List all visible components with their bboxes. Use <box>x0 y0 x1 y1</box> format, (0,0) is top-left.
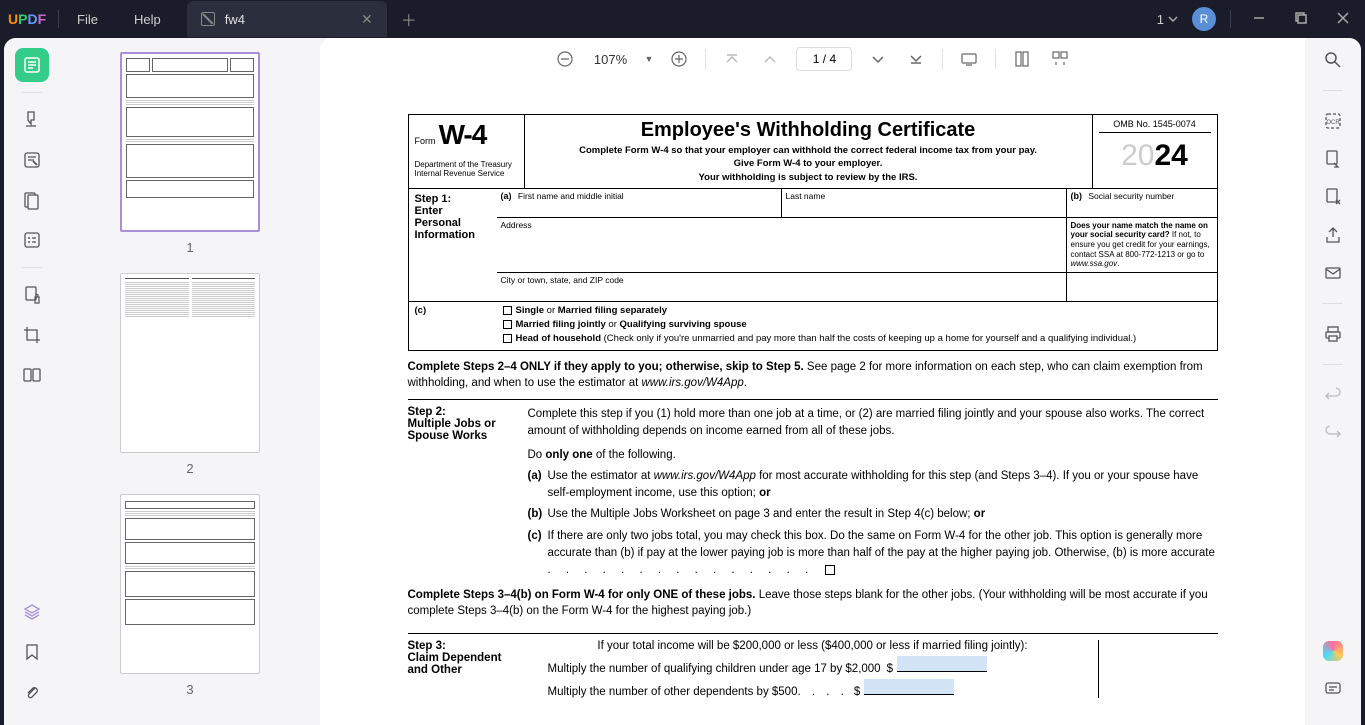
ocr-button[interactable]: OCR <box>1321 109 1345 133</box>
thumbnail-1[interactable]: 1 <box>96 52 284 255</box>
zoom-dropdown[interactable]: ▼ <box>645 54 654 64</box>
share-button[interactable] <box>1321 223 1345 247</box>
print-button[interactable] <box>1321 322 1345 346</box>
form-tool[interactable] <box>15 223 49 257</box>
reader-tool[interactable] <box>15 48 49 82</box>
organize-tool[interactable] <box>15 183 49 217</box>
menu-help[interactable]: Help <box>116 12 179 27</box>
dependents-amount-input[interactable] <box>864 679 954 695</box>
menu-file[interactable]: File <box>59 12 116 27</box>
edit-tool[interactable] <box>15 143 49 177</box>
next-page-button[interactable] <box>866 47 890 71</box>
presentation-button[interactable] <box>957 47 981 71</box>
app-logo: UPDF <box>8 11 58 27</box>
email-button[interactable] <box>1321 261 1345 285</box>
add-tab-button[interactable]: ＋ <box>401 7 417 31</box>
form-header: Form W-4 Department of the TreasuryInter… <box>408 114 1218 189</box>
zoom-out-button[interactable] <box>553 47 577 71</box>
ai-button[interactable] <box>1321 639 1345 663</box>
form-title: Employee's Withholding Certificate <box>535 119 1082 142</box>
step2-section: Step 2:Multiple Jobs or Spouse Works Com… <box>408 399 1218 579</box>
thumbnail-number: 1 <box>96 240 284 255</box>
titlebar: UPDF File Help fw4 ✕ ＋ 1 R <box>0 0 1365 38</box>
layers-tool[interactable] <box>15 595 49 629</box>
page-layout-button[interactable] <box>1010 47 1034 71</box>
checkbox-hoh[interactable] <box>503 334 512 343</box>
divider <box>22 267 42 268</box>
chevron-down-icon <box>1168 14 1178 24</box>
separator <box>995 49 996 69</box>
thumbnail-panel: 1 2 3 <box>60 38 320 725</box>
minimize-button[interactable] <box>1245 8 1273 31</box>
scroll-mode-button[interactable] <box>1048 47 1072 71</box>
user-avatar[interactable]: R <box>1192 7 1216 31</box>
separator <box>942 49 943 69</box>
children-amount-input[interactable] <box>897 656 987 672</box>
zoom-level: 107% <box>591 52 631 67</box>
divider <box>1230 10 1231 28</box>
right-toolbar: OCR <box>1305 38 1361 725</box>
document-page: Form W-4 Department of the TreasuryInter… <box>378 94 1248 718</box>
workspace: 1 2 3 <box>4 38 1361 725</box>
content-area: 107% ▼ Form W-4 Department <box>320 38 1305 725</box>
convert-button[interactable] <box>1321 147 1345 171</box>
svg-text:OCR: OCR <box>1326 120 1340 126</box>
zoom-in-button[interactable] <box>667 47 691 71</box>
thumbnail-3[interactable]: 3 <box>96 494 284 697</box>
comment-tool[interactable] <box>15 103 49 137</box>
thumbnail-number: 2 <box>96 461 284 476</box>
checkbox-joint[interactable] <box>503 320 512 329</box>
separator <box>705 49 706 69</box>
version-dropdown[interactable]: 1 <box>1157 12 1178 27</box>
close-tab-button[interactable]: ✕ <box>361 11 373 28</box>
bookmark-tool[interactable] <box>15 635 49 669</box>
attachment-tool[interactable] <box>15 675 49 709</box>
undo-button[interactable] <box>1321 383 1345 407</box>
checkbox-two-jobs[interactable] <box>825 565 835 575</box>
compress-button[interactable] <box>1321 185 1345 209</box>
redo-button[interactable] <box>1321 421 1345 445</box>
close-button[interactable] <box>1329 8 1357 31</box>
document-toolbar: 107% ▼ <box>320 38 1305 80</box>
first-page-button[interactable] <box>720 47 744 71</box>
prev-page-button[interactable] <box>758 47 782 71</box>
instruction-text: Complete Steps 3–4(b) on Form W-4 for on… <box>408 579 1218 627</box>
document-icon <box>201 12 215 26</box>
thumbnail-2[interactable]: 2 <box>96 273 284 476</box>
maximize-button[interactable] <box>1287 8 1315 31</box>
last-page-button[interactable] <box>904 47 928 71</box>
tab-title: fw4 <box>225 12 351 27</box>
divider <box>1323 364 1343 365</box>
page-input[interactable] <box>796 47 852 71</box>
divider <box>22 92 42 93</box>
filing-status-section: (c) Single or Married filing separately … <box>408 302 1218 351</box>
protect-tool[interactable] <box>15 278 49 312</box>
compare-tool[interactable] <box>15 358 49 392</box>
divider <box>1323 303 1343 304</box>
thumbnail-number: 3 <box>96 682 284 697</box>
crop-tool[interactable] <box>15 318 49 352</box>
document-viewport[interactable]: Form W-4 Department of the TreasuryInter… <box>320 80 1305 725</box>
divider <box>1323 90 1343 91</box>
document-tab[interactable]: fw4 ✕ <box>187 1 387 37</box>
left-toolbar <box>4 38 60 725</box>
step3-section: Step 3:Claim Dependent and Other If your… <box>408 633 1218 698</box>
search-button[interactable] <box>1321 48 1345 72</box>
step1-section: Step 1:Enter Personal Information (a) Fi… <box>408 189 1218 302</box>
notes-button[interactable] <box>1321 677 1345 701</box>
checkbox-single[interactable] <box>503 306 512 315</box>
instruction-text: Complete Steps 2–4 ONLY if they apply to… <box>408 351 1218 399</box>
